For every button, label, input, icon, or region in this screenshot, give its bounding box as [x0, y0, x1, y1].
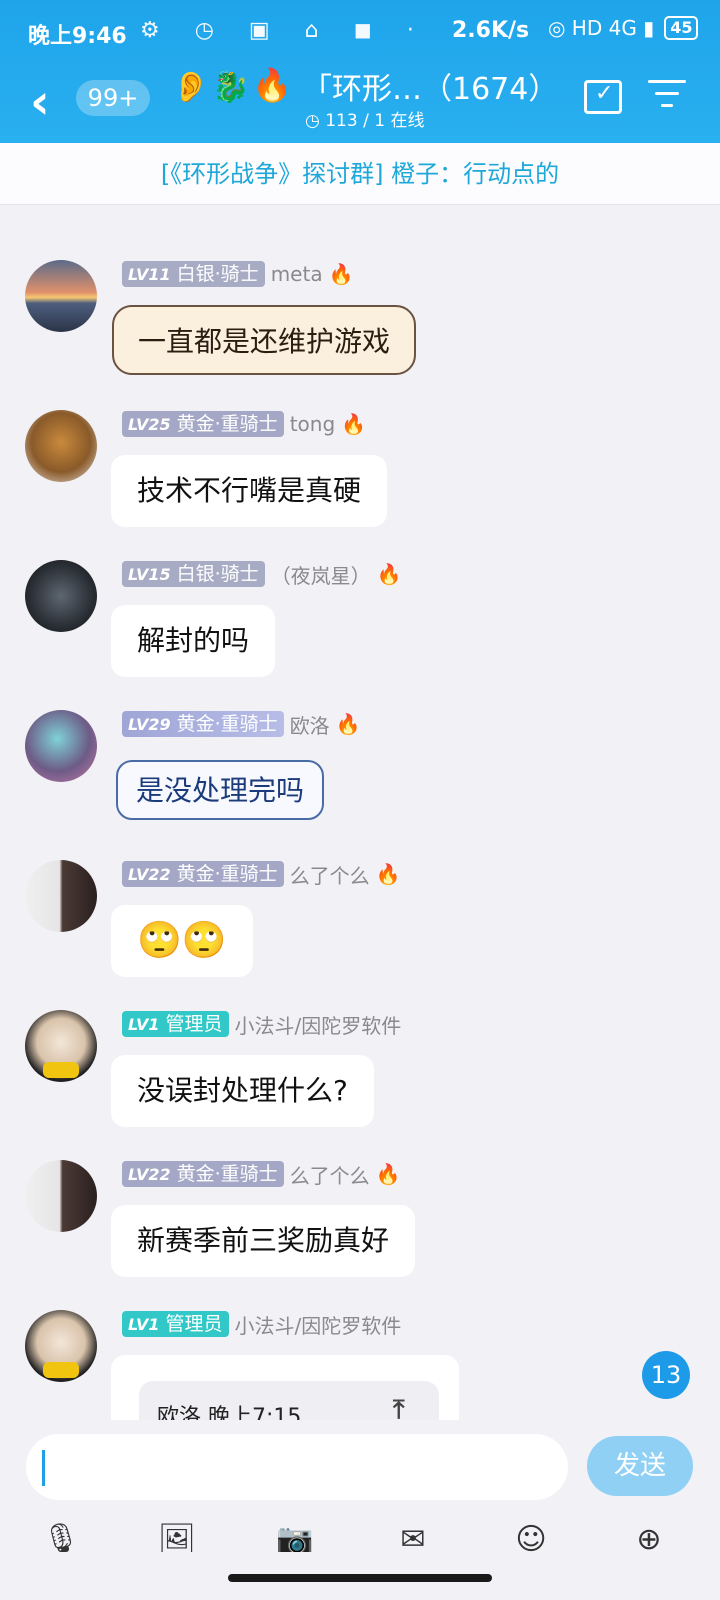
nickname[interactable]: 欧洛 — [290, 710, 330, 739]
fire-icon: 🔥 — [335, 712, 361, 736]
fire-icon: 🔥 — [375, 1162, 401, 1186]
plus-icon[interactable]: ⊕ — [628, 1522, 670, 1552]
battery-icon: 45 — [664, 16, 699, 40]
message-meta: LV22 黄金·重骑士 么了个么 🔥 — [122, 860, 401, 888]
ear-icon[interactable]: 👂 — [172, 70, 209, 105]
level-badge: LV1 管理员 — [122, 1311, 229, 1337]
fire-icon: 🔥 — [328, 262, 354, 286]
status-time: 晚上9:46 — [28, 24, 127, 49]
message-bubble[interactable]: 🙄🙄 — [111, 905, 253, 977]
avatar[interactable] — [25, 260, 97, 332]
chat-list[interactable]: LV11 白银·骑士 meta 🔥 一直都是还维护游戏 LV25 黄金·重骑士 to… — [0, 205, 720, 1445]
message-meta: LV29 黄金·重骑士 欧洛 🔥 — [122, 710, 361, 738]
avatar[interactable] — [25, 860, 97, 932]
notification-icons: ⚙ ◷ ▣ ⌂ ◼ · — [140, 18, 428, 43]
fire-icon: 🔥 — [341, 412, 367, 436]
message-bubble[interactable]: 一直都是还维护游戏 — [112, 305, 417, 375]
level-badge: LV25 黄金·重骑士 — [122, 411, 284, 437]
message-bubble[interactable]: 是没处理完吗 — [116, 760, 325, 820]
new-messages-badge[interactable]: 13 — [642, 1351, 690, 1399]
nickname[interactable]: 小法斗/因陀罗软件 — [235, 1010, 402, 1039]
image-icon[interactable]: 🖼 — [156, 1522, 198, 1552]
message-meta: LV15 白银·骑士 （夜岚星） 🔥 — [122, 560, 402, 588]
nickname[interactable]: 么了个么 — [290, 1160, 370, 1189]
unread-count-badge[interactable]: 99+ — [76, 80, 150, 116]
text-cursor — [42, 1450, 45, 1486]
fire-icon: 🔥 — [376, 562, 402, 586]
message-meta: LV25 黄金·重骑士 tong 🔥 — [122, 410, 366, 438]
nickname[interactable]: 小法斗/因陀罗软件 — [235, 1310, 402, 1339]
home-indicator[interactable] — [228, 1574, 492, 1582]
message-bubble[interactable]: 解封的吗 — [111, 605, 276, 677]
group-title[interactable]: 「环形…（1674） — [302, 64, 558, 108]
online-status: ◷ 113 / 1 在线 — [305, 111, 425, 131]
emoji-icon[interactable]: ☺ — [510, 1522, 552, 1552]
avatar[interactable] — [25, 560, 97, 632]
message-input[interactable] — [26, 1434, 568, 1500]
avatar[interactable] — [25, 410, 97, 482]
level-badge: LV29 黄金·重骑士 — [122, 711, 284, 737]
avatar[interactable] — [25, 1310, 97, 1382]
fire-icon: 🔥 — [252, 66, 292, 104]
signal-icons: ◎ HD 4G ▮ — [548, 16, 655, 40]
net-speed: 2.6K/s — [452, 18, 530, 43]
back-arrow-icon[interactable]: ‹ — [30, 78, 50, 126]
status-right: ◎ HD 4G ▮ 45 — [548, 16, 699, 40]
message-meta: LV22 黄金·重骑士 么了个么 🔥 — [122, 1160, 401, 1188]
chat-header: 晚上9:46 ⚙ ◷ ▣ ⌂ ◼ · 2.6K/s ◎ HD 4G ▮ 45 ‹… — [0, 0, 720, 143]
message-bubble[interactable]: 技术不行嘴是真硬 — [111, 455, 388, 527]
camera-icon[interactable]: 📷 — [274, 1522, 316, 1552]
message-bubble[interactable]: 没误封处理什么? — [111, 1055, 374, 1127]
level-badge: LV1 管理员 — [122, 1011, 229, 1037]
input-bar: 发送 — [0, 1420, 720, 1510]
message-meta: LV11 白银·骑士 meta 🔥 — [122, 260, 353, 288]
nickname[interactable]: meta — [271, 262, 323, 286]
nickname[interactable]: tong — [290, 412, 335, 436]
avatar[interactable] — [25, 1010, 97, 1082]
nickname[interactable]: 么了个么 — [290, 860, 370, 889]
message-meta: LV1 管理员 小法斗/因陀罗软件 — [122, 1310, 401, 1338]
calendar-check-icon[interactable] — [584, 80, 622, 114]
avatar[interactable] — [25, 710, 97, 782]
send-button[interactable]: 发送 — [587, 1436, 693, 1496]
message-meta: LV1 管理员 小法斗/因陀罗软件 — [122, 1010, 401, 1038]
eye-roll-emoji-icon: 🙄🙄 — [137, 920, 227, 961]
level-badge: LV22 黄金·重骑士 — [122, 861, 284, 887]
dragon-icon: 🐉 — [212, 70, 250, 105]
level-badge: LV11 白银·骑士 — [122, 261, 265, 287]
fire-icon: 🔥 — [375, 862, 401, 886]
status-bar: 晚上9:46 ⚙ ◷ ▣ ⌂ ◼ · 2.6K/s ◎ HD 4G ▮ 45 — [0, 0, 720, 62]
input-toolbar: 🎙 🖼 📷 ✉ ☺ ⊕ — [0, 1510, 720, 1600]
avatar[interactable] — [25, 1160, 97, 1232]
mic-icon[interactable]: 🎙 — [40, 1522, 82, 1552]
menu-icon[interactable] — [648, 80, 686, 116]
group-notice[interactable]: [《环形战争》探讨群] 橙子：行动点的 — [0, 143, 720, 205]
red-packet-icon[interactable]: ✉ — [392, 1522, 434, 1552]
nickname[interactable]: （夜岚星） — [271, 560, 371, 589]
message-bubble[interactable]: 新赛季前三奖励真好 — [111, 1205, 416, 1277]
level-badge: LV22 黄金·重骑士 — [122, 1161, 284, 1187]
level-badge: LV15 白银·骑士 — [122, 561, 265, 587]
